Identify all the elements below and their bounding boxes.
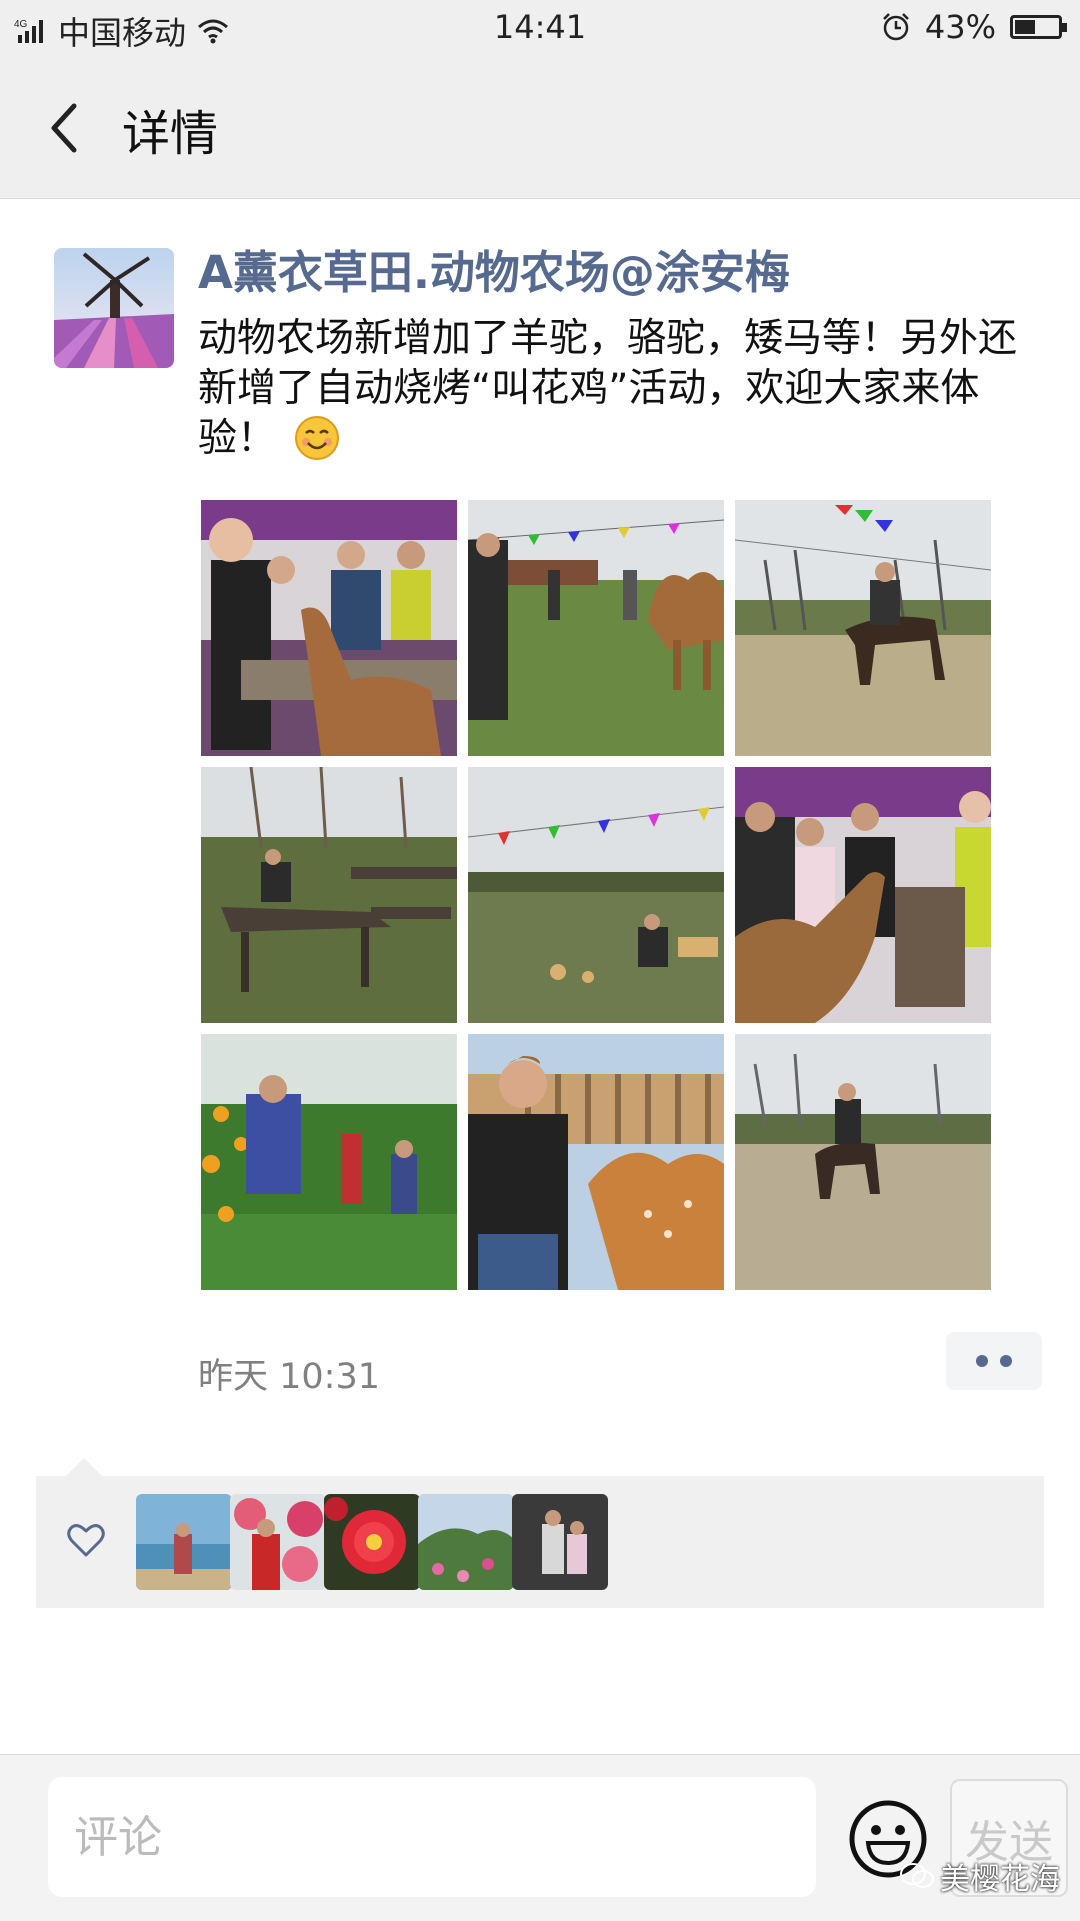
liker-avatar[interactable] xyxy=(418,1494,514,1590)
author-name[interactable]: A薰衣草田.动物农场@涂安梅 xyxy=(198,236,790,301)
liker-avatar[interactable] xyxy=(230,1494,326,1590)
post-text: 动物农场新增加了羊驼，骆驼，矮马等！另外还新增了自动烧烤“叫花鸡”活动，欢迎大家… xyxy=(198,314,1048,464)
orange-orchard-photo[interactable] xyxy=(201,1034,457,1290)
dot-icon xyxy=(976,1355,988,1367)
post-timestamp: 昨天 10:31 xyxy=(198,1357,380,1397)
picnic-table-photo[interactable] xyxy=(201,767,457,1023)
field-bbq-photo[interactable] xyxy=(468,767,724,1023)
camel-field-photo[interactable] xyxy=(468,500,724,756)
wechat-icon xyxy=(900,1863,934,1888)
alpaca-feeding-photo[interactable] xyxy=(201,500,457,756)
watermark: 美樱花海 xyxy=(900,1854,1060,1898)
deer-feeding-photo[interactable] xyxy=(468,1034,724,1290)
horse-riding-photo[interactable] xyxy=(735,500,991,756)
watermark-text: 美樱花海 xyxy=(940,1862,1060,1897)
likes-panel xyxy=(36,1476,1044,1608)
likes-arrow xyxy=(66,1458,102,1476)
photo-grid xyxy=(201,500,991,1290)
page-title: 详情 xyxy=(122,106,219,162)
more-actions-button[interactable] xyxy=(946,1332,1042,1390)
liker-avatar[interactable] xyxy=(136,1494,232,1590)
nav-bar: 详情 xyxy=(0,56,1080,199)
comment-input[interactable] xyxy=(48,1777,816,1897)
liker-avatar[interactable] xyxy=(324,1494,420,1590)
battery-percent: 43% xyxy=(924,8,996,46)
status-right: 43% xyxy=(881,8,1067,46)
pony-riding-photo[interactable] xyxy=(735,1034,991,1290)
heart-icon xyxy=(67,1524,105,1557)
alpaca-crowd-photo[interactable] xyxy=(735,767,991,1023)
dot-icon xyxy=(1000,1355,1012,1367)
chevron-left-icon[interactable] xyxy=(36,98,96,158)
author-avatar[interactable] xyxy=(54,248,174,368)
battery-icon xyxy=(1010,15,1067,39)
smile-emoji-icon xyxy=(295,416,340,460)
status-bar: 4G 中国移动 14:41 43% xyxy=(0,0,1080,56)
liker-avatar[interactable] xyxy=(512,1494,608,1590)
alarm-icon xyxy=(882,13,909,41)
